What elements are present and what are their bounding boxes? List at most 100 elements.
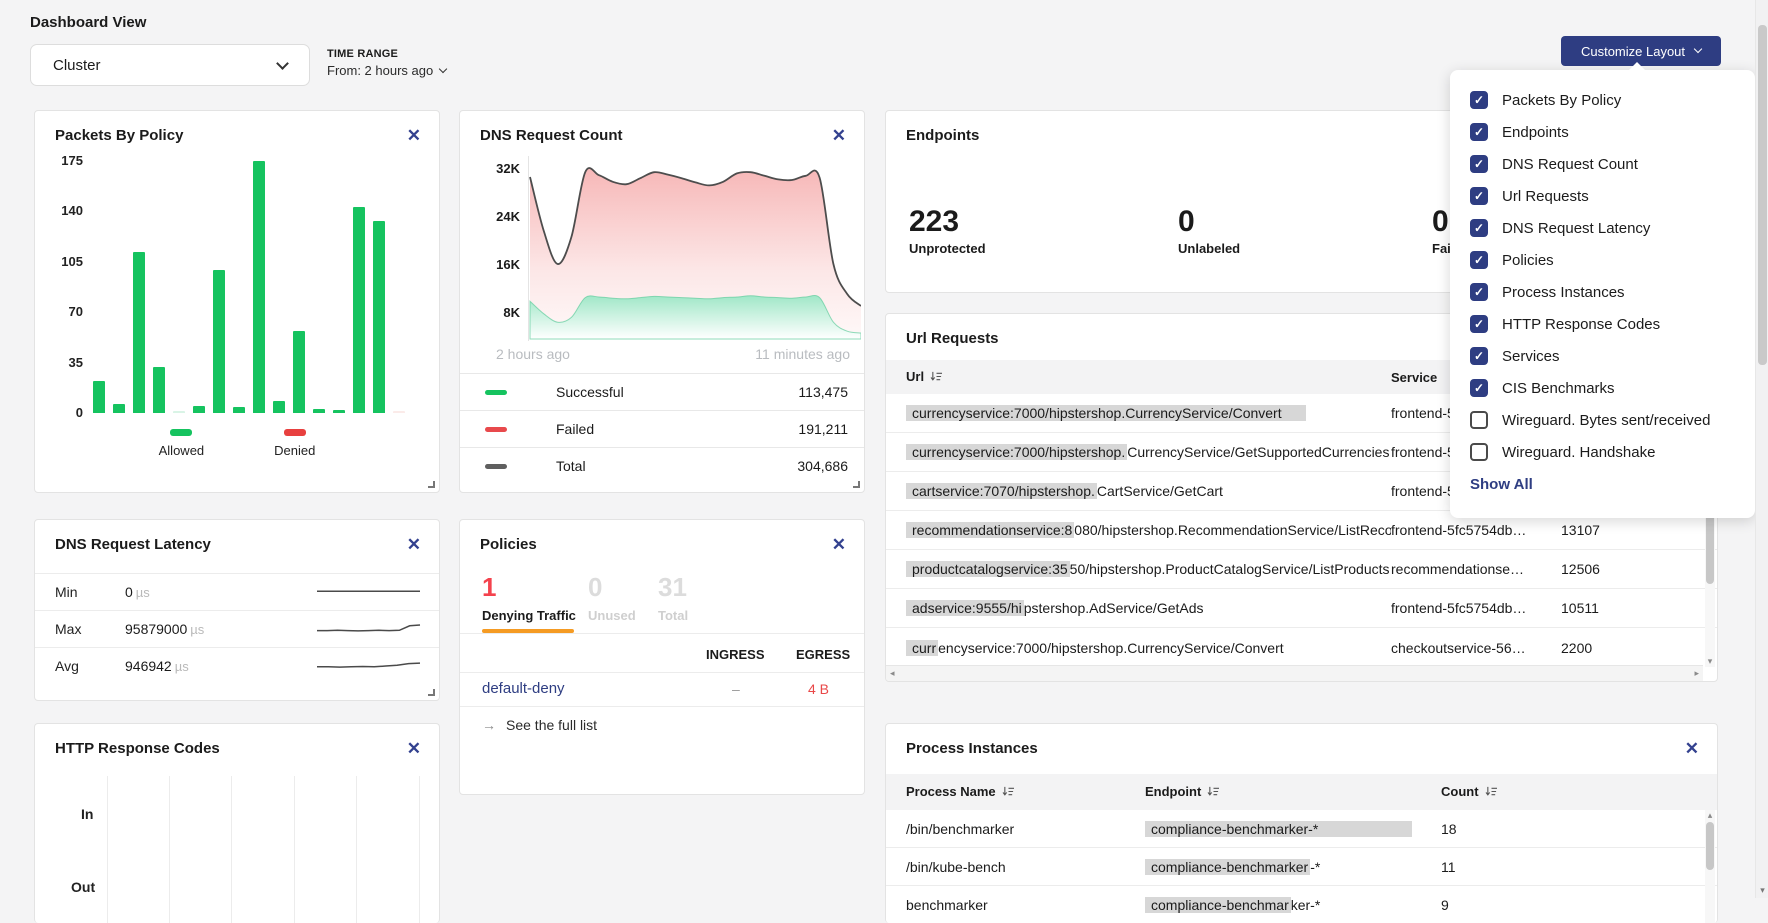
scrollbar-thumb[interactable] <box>1706 822 1714 870</box>
column-header-url[interactable]: Url <box>886 369 1391 385</box>
checkbox-icon[interactable]: ✓ <box>1470 91 1488 109</box>
scrollbar-thumb[interactable] <box>1706 514 1714 584</box>
close-icon[interactable]: ✕ <box>832 536 846 553</box>
resize-handle-icon[interactable] <box>428 689 435 696</box>
horizontal-scrollbar[interactable]: ◂ ▸ <box>886 665 1703 681</box>
stat-label: Unprotected <box>909 241 986 256</box>
y-tick: 140 <box>43 203 83 218</box>
total-swatch <box>485 464 507 469</box>
process-instances-card: Process Instances ✕ Process Name Endpoin… <box>885 723 1718 923</box>
menu-item-dns-request-latency[interactable]: ✓ DNS Request Latency <box>1470 212 1735 244</box>
checkbox-icon[interactable]: ✓ <box>1470 251 1488 269</box>
checkbox-icon[interactable] <box>1470 443 1488 461</box>
close-icon[interactable]: ✕ <box>1685 740 1699 757</box>
count-cell: 9 <box>1421 897 1717 913</box>
stat-unprotected: 223 Unprotected <box>909 205 986 256</box>
vertical-scrollbar[interactable]: ▴ <box>1705 810 1715 923</box>
scroll-right-icon[interactable]: ▸ <box>1694 668 1699 679</box>
scroll-up-icon[interactable]: ▴ <box>1705 810 1715 821</box>
menu-item-packets-by-policy[interactable]: ✓ Packets By Policy <box>1470 84 1735 116</box>
policy-link[interactable]: default-deny <box>482 680 565 697</box>
scrollbar-thumb[interactable] <box>1758 25 1767 365</box>
row-label: Min <box>35 584 125 600</box>
column-header-count[interactable]: Count <box>1421 784 1717 800</box>
checkbox-icon[interactable]: ✓ <box>1470 155 1488 173</box>
legend-label: Successful <box>556 384 624 400</box>
close-icon[interactable]: ✕ <box>407 536 421 553</box>
checkbox-icon[interactable]: ✓ <box>1470 187 1488 205</box>
menu-item-label: Wireguard. Handshake <box>1502 444 1655 461</box>
dns-request-count-card: DNS Request Count ✕ 32K 24K 16K 8K 2 hou… <box>459 110 865 493</box>
menu-item-cis-benchmarks[interactable]: ✓ CIS Benchmarks <box>1470 372 1735 404</box>
scroll-down-icon[interactable]: ▾ <box>1705 656 1715 667</box>
y-tick: 8K <box>480 305 520 320</box>
legend-row-successful: Successful 113,475 <box>460 373 864 410</box>
stat-denying-label[interactable]: Denying Traffic <box>482 608 576 623</box>
menu-item-http-response-codes[interactable]: ✓ HTTP Response Codes <box>1470 308 1735 340</box>
menu-item-url-requests[interactable]: ✓ Url Requests <box>1470 180 1735 212</box>
close-icon[interactable]: ✕ <box>407 127 421 144</box>
cluster-view-select[interactable]: Cluster <box>30 44 310 86</box>
column-header-process-name[interactable]: Process Name <box>886 784 1145 800</box>
failed-swatch <box>485 427 507 432</box>
menu-item-dns-request-count[interactable]: ✓ DNS Request Count <box>1470 148 1735 180</box>
latency-value: 95879000 <box>125 621 187 637</box>
service-cell: checkoutservice-56… <box>1391 640 1536 656</box>
checkbox-icon[interactable]: ✓ <box>1470 347 1488 365</box>
table-row[interactable]: adservice:9555/hipstershop.AdService/Get… <box>886 589 1717 628</box>
policies-card: Policies ✕ 1 Denying Traffic 0 Unused 31… <box>459 519 865 795</box>
stat-unused-label[interactable]: Unused <box>588 608 636 623</box>
legend-label: Total <box>556 458 586 474</box>
scroll-down-icon[interactable]: ▾ <box>1756 885 1768 896</box>
legend-value: 113,475 <box>798 384 848 400</box>
legend-item-allowed[interactable]: Allowed <box>159 429 205 458</box>
checkbox-icon[interactable]: ✓ <box>1470 283 1488 301</box>
checkbox-icon[interactable]: ✓ <box>1470 379 1488 397</box>
bar-allowed <box>153 367 165 413</box>
checkbox-icon[interactable]: ✓ <box>1470 123 1488 141</box>
table-row[interactable]: /bin/kube-bench compliance-benchmarker-*… <box>886 848 1717 886</box>
checkbox-icon[interactable]: ✓ <box>1470 219 1488 237</box>
legend-item-denied[interactable]: Denied <box>274 429 315 458</box>
menu-caret <box>1628 62 1646 71</box>
scroll-left-icon[interactable]: ◂ <box>890 668 895 679</box>
checkbox-icon[interactable]: ✓ <box>1470 315 1488 333</box>
stat-unused-value: 0 <box>588 572 602 602</box>
close-icon[interactable]: ✕ <box>832 127 846 144</box>
column-header-endpoint[interactable]: Endpoint <box>1145 784 1421 800</box>
stat-total-label[interactable]: Total <box>658 608 688 623</box>
url-cell: currencyservice:7000/hipstershop. <box>906 444 1127 460</box>
allowed-swatch <box>170 429 192 436</box>
menu-item-endpoints[interactable]: ✓ Endpoints <box>1470 116 1735 148</box>
page-scrollbar[interactable]: ▾ <box>1755 0 1768 898</box>
y-tick: 175 <box>43 153 83 168</box>
table-row[interactable]: currencyservice:7000/hipstershop.Currenc… <box>886 628 1717 667</box>
sparkline <box>316 583 421 601</box>
chevron-down-icon <box>439 64 447 72</box>
arrow-right-icon: → <box>482 717 496 733</box>
bar-denied_pale <box>393 411 405 413</box>
table-row[interactable]: /bin/benchmarker compliance-benchmarker-… <box>886 810 1717 848</box>
card-title: Url Requests <box>906 330 999 347</box>
table-row[interactable]: benchmarker compliance-benchmarker-* 9 <box>886 886 1717 923</box>
menu-item-wireguard-handshake[interactable]: Wireguard. Handshake <box>1470 436 1735 468</box>
menu-item-wireguard-bytes[interactable]: Wireguard. Bytes sent/received <box>1470 404 1735 436</box>
close-icon[interactable]: ✕ <box>407 740 421 757</box>
see-full-list-link[interactable]: → See the full list <box>482 717 597 733</box>
row-label: Max <box>35 621 125 637</box>
table-row[interactable]: productcatalogservice:3550/hipstershop.P… <box>886 550 1717 589</box>
checkbox-icon[interactable] <box>1470 411 1488 429</box>
menu-item-process-instances[interactable]: ✓ Process Instances <box>1470 276 1735 308</box>
menu-item-policies[interactable]: ✓ Policies <box>1470 244 1735 276</box>
card-title: Policies <box>480 536 537 553</box>
resize-handle-icon[interactable] <box>853 481 860 488</box>
resize-handle-icon[interactable] <box>428 481 435 488</box>
legend-value: 191,211 <box>798 421 848 437</box>
latency-unit: µs <box>190 622 204 637</box>
menu-item-label: Services <box>1502 348 1560 365</box>
menu-item-services[interactable]: ✓ Services <box>1470 340 1735 372</box>
time-range-control[interactable]: TIME RANGE From: 2 hours ago <box>327 48 446 78</box>
menu-item-label: Endpoints <box>1502 124 1569 141</box>
show-all-link[interactable]: Show All <box>1470 476 1735 493</box>
card-title: Endpoints <box>906 127 979 144</box>
